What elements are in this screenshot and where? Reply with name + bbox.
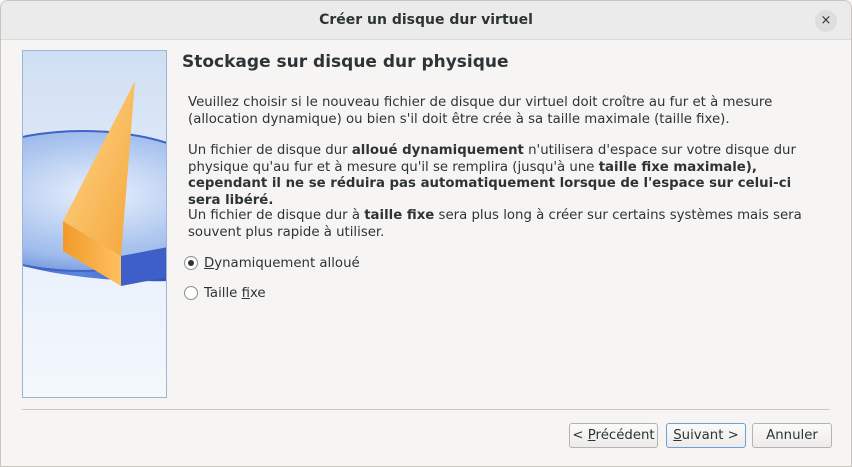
title-bar: Créer un disque dur virtuel ×	[1, 1, 851, 40]
page-heading: Stockage sur disque dur physique	[182, 52, 509, 72]
mnemonic-d: D	[204, 255, 215, 271]
previous-button[interactable]: < Précédent	[569, 423, 658, 448]
radio-dynamic[interactable]	[184, 256, 198, 270]
dynamic-text-1: Un fichier de disque dur	[188, 143, 352, 158]
fixed-description: Un fichier de disque dur à taille fixe s…	[188, 208, 818, 241]
mnemonic-p: P	[587, 428, 596, 443]
next-button[interactable]: Suivant >	[666, 423, 746, 448]
previous-rest: récédent	[595, 428, 655, 443]
window-title: Créer un disque dur virtuel	[319, 12, 533, 28]
dialog-window: Créer un disque dur virtuel × Stockage s…	[0, 0, 852, 467]
disk-illustration	[22, 50, 167, 398]
dynamic-bold-1: alloué dynamiquement	[351, 143, 524, 158]
radio-fixed[interactable]	[184, 286, 198, 300]
close-icon: ×	[820, 13, 832, 28]
close-button[interactable]: ×	[815, 10, 837, 32]
cancel-button[interactable]: Annuler	[752, 423, 832, 448]
option-fixed-before: Taille	[204, 285, 242, 301]
dynamic-description: Un fichier de disque dur alloué dynamiqu…	[188, 143, 818, 209]
next-rest: uivant >	[681, 428, 739, 443]
option-fixed-label: Taille fixe	[204, 286, 266, 301]
intro-paragraph: Veuillez choisir si le nouveau fichier d…	[188, 95, 773, 127]
option-dynamic-label: Dynamiquement alloué	[204, 256, 360, 271]
mnemonic-s: S	[673, 428, 682, 443]
option-dynamic[interactable]: Dynamiquement alloué	[184, 254, 360, 272]
option-fixed-rest: ixe	[249, 285, 266, 301]
mnemonic-f: f	[241, 285, 250, 301]
previous-before: <	[572, 428, 588, 443]
fixed-text-1: Un fichier de disque dur à	[188, 208, 365, 223]
option-fixed[interactable]: Taille fixe	[184, 284, 266, 302]
disk-pie-icon	[23, 81, 166, 286]
fixed-bold-1: taille fixe	[364, 208, 435, 223]
button-separator	[22, 409, 830, 410]
option-dynamic-rest: ynamiquement alloué	[214, 255, 360, 271]
